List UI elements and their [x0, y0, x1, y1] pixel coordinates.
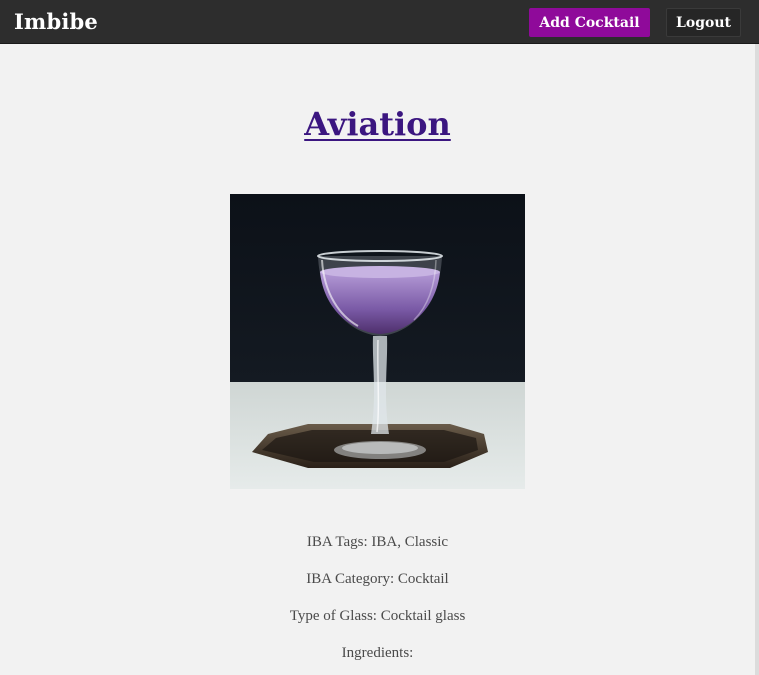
cocktail-glass-image: [230, 194, 525, 489]
scrollbar-track[interactable]: [755, 44, 759, 675]
iba-category-text: IBA Category: Cocktail: [306, 571, 449, 587]
glass-type-text: Type of Glass: Cocktail glass: [289, 608, 466, 624]
logout-button[interactable]: Logout: [666, 8, 741, 37]
add-cocktail-button[interactable]: Add Cocktail: [529, 8, 650, 37]
iba-tags-text: IBA Tags: IBA, Classic: [306, 534, 449, 550]
cocktail-photo: [230, 194, 525, 489]
ingredients-label: Ingredients:: [341, 645, 414, 661]
page-title: Aviation: [0, 105, 755, 143]
top-navbar: Imbibe Add Cocktail Logout: [0, 0, 759, 44]
cocktail-name-link[interactable]: Aviation: [304, 105, 451, 143]
brand-logo[interactable]: Imbibe: [14, 9, 98, 34]
